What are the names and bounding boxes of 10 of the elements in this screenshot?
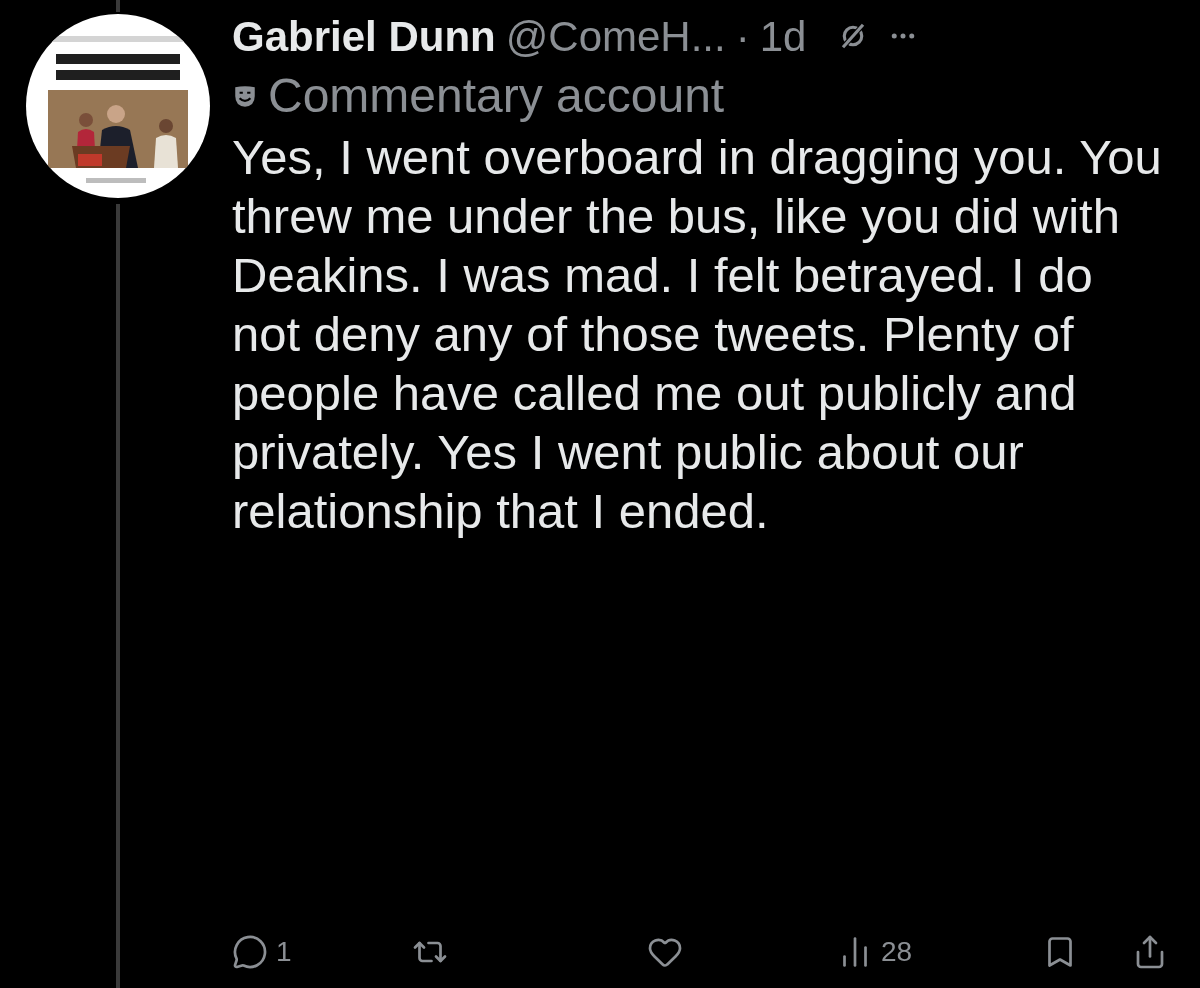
action-count: 28 bbox=[881, 935, 913, 969]
author-name[interactable]: Gabriel Dunn bbox=[232, 4, 496, 68]
separator-dot: · bbox=[735, 11, 750, 62]
post-text: Yes, I went overboard in dragging you. You threw me under the bus, like you did with Deakins. I was mad. I felt betrayed. I do not deny any of those tweets. Plenty of people have called me out publicly and privately. Yes I went public about our relationship that I ended. bbox=[232, 129, 1163, 540]
author-handle[interactable]: @ComeH... bbox=[505, 4, 726, 68]
post-time[interactable]: 1d bbox=[759, 4, 807, 68]
account-label: Commentary account bbox=[268, 68, 725, 124]
action-count: 1 bbox=[276, 935, 292, 969]
speech-bubble-icon[interactable] bbox=[232, 934, 268, 970]
theater-mask-icon bbox=[232, 83, 258, 109]
